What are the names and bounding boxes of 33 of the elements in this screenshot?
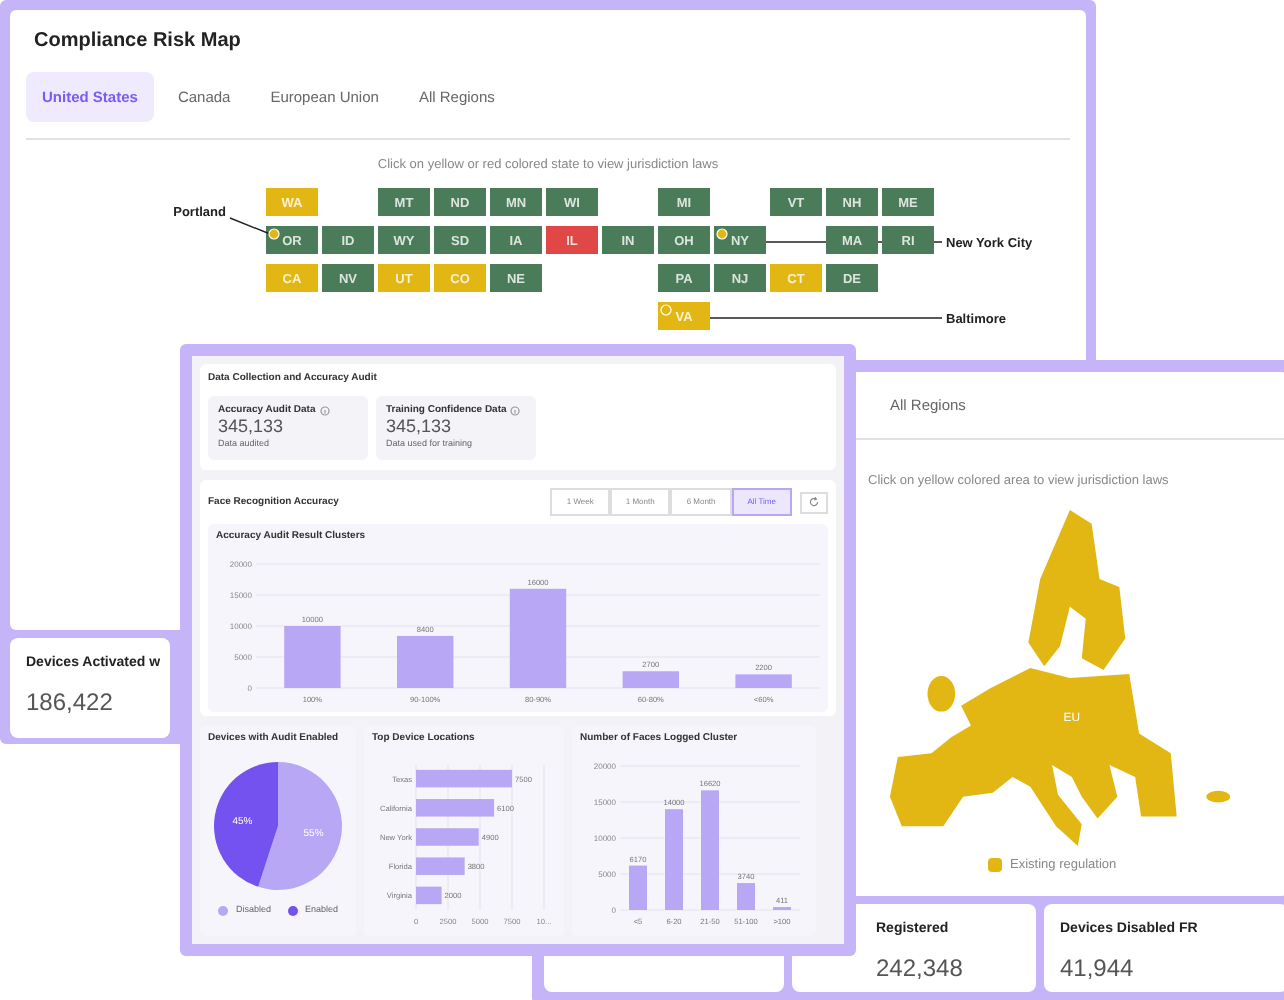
- legend-dot-icon: [287, 905, 297, 916]
- stat-value: 345,133: [218, 418, 286, 438]
- chart-bar: [509, 588, 567, 688]
- refresh-icon: [808, 496, 820, 509]
- chart-bar: [416, 828, 479, 846]
- legend-dot-icon: [217, 905, 228, 916]
- info-icon: [510, 405, 521, 416]
- chart-bar: [416, 799, 495, 817]
- chart-bar: [735, 674, 792, 688]
- refresh-button[interactable]: [800, 492, 828, 514]
- stat-value: 41,944: [1060, 951, 1136, 985]
- panel-title: Compliance Risk Map: [34, 28, 243, 56]
- pie-slice: [258, 761, 342, 890]
- map-pin: [660, 304, 672, 316]
- chart-bar: [737, 883, 755, 910]
- pie-slice: [214, 761, 278, 887]
- map-pin: [716, 228, 728, 240]
- chart-bar: [284, 625, 341, 688]
- chart-bar: [416, 769, 512, 788]
- chart-bar: [622, 671, 679, 688]
- leader-line: [229, 217, 271, 235]
- chart-bar: [397, 635, 454, 688]
- legend-swatch-icon: [988, 858, 1002, 873]
- chart-bar: [665, 809, 683, 910]
- stat-value: 345,133: [386, 418, 454, 438]
- chart-bar: [416, 857, 465, 875]
- stat-value: 242,348: [876, 951, 965, 985]
- stat-value: 186,422: [26, 685, 115, 719]
- chart-bar: [701, 790, 719, 910]
- map-pin: [268, 228, 280, 240]
- info-icon: [319, 405, 330, 416]
- chart-bar: [629, 865, 647, 910]
- chart-bar: [416, 886, 442, 905]
